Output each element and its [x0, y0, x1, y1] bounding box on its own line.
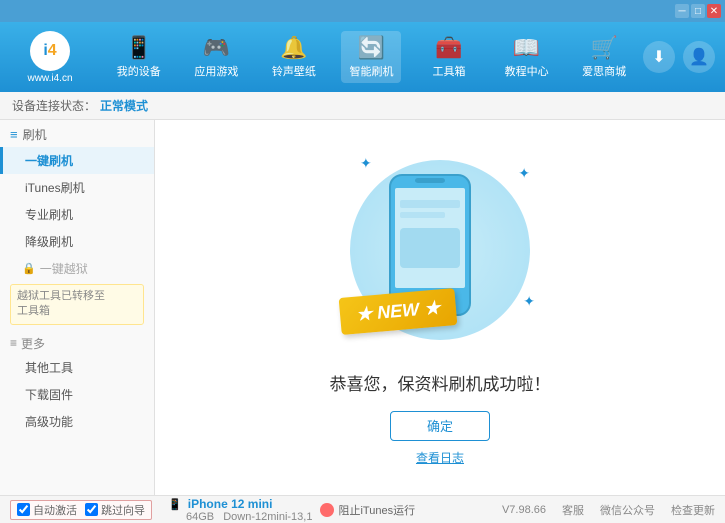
itunes-icon	[320, 503, 334, 517]
sidebar-item-advanced[interactable]: 高级功能	[0, 408, 154, 435]
pro-flash-label: 专业刷机	[25, 208, 73, 222]
header: i4 www.i4.cn 📱 我的设备 🎮 应用游戏 🔔 铃声壁纸 🔄 智能刷机…	[0, 22, 725, 92]
tutorial-icon: 📖	[513, 35, 540, 61]
close-button[interactable]: ✕	[707, 4, 721, 18]
sidebar-onekey-jailbreak-disabled: 🔒 一键越狱	[0, 255, 154, 282]
bottom-right: V7.98.66 客服 微信公众号 检查更新	[502, 502, 715, 518]
sidebar-item-pro-flash[interactable]: 专业刷机	[0, 201, 154, 228]
device-phone-icon: 📱	[168, 499, 182, 511]
skip-wizard-label[interactable]: 跳过向导	[85, 502, 145, 518]
sidebar-more-section: ≡ 更多	[0, 329, 154, 354]
downgrade-flash-label: 降级刷机	[25, 235, 73, 249]
my-device-label: 我的设备	[117, 63, 161, 79]
itunes-flash-label: iTunes刷机	[25, 181, 85, 195]
logo[interactable]: i4 www.i4.cn	[10, 31, 90, 84]
device-info: 📱 iPhone 12 mini 64GB Down-12mini-13,1	[168, 497, 312, 523]
bottom-left: 自动激活 跳过向导 📱 iPhone 12 mini 64GB Down-12m…	[10, 497, 502, 523]
status-label: 设备连接状态：	[12, 97, 96, 114]
note-text: 越狱工具已转移至 工具箱	[17, 290, 105, 317]
device-model: Down-12mini-13,1	[223, 511, 312, 523]
device-name: iPhone 12 mini	[188, 497, 273, 511]
flash-section-icon: ≡	[10, 127, 18, 142]
advanced-label: 高级功能	[25, 415, 73, 429]
apps-icon: 🎮	[203, 35, 230, 61]
success-text: 恭喜您，保资料刷机成功啦！	[330, 370, 551, 395]
toolbox-label: 工具箱	[433, 63, 466, 79]
apps-label: 应用游戏	[194, 63, 238, 79]
nav-ringtones[interactable]: 🔔 铃声壁纸	[264, 31, 324, 83]
nav-store[interactable]: 🛒 爱思商城	[574, 31, 634, 83]
smart-flash-icon: 🔄	[358, 35, 385, 61]
log-link[interactable]: 查看日志	[416, 449, 464, 466]
store-label: 爱思商城	[582, 63, 626, 79]
nav-apps[interactable]: 🎮 应用游戏	[186, 31, 246, 83]
nav-bar: 📱 我的设备 🎮 应用游戏 🔔 铃声壁纸 🔄 智能刷机 🧰 工具箱 📖 教程中心…	[100, 31, 643, 83]
auto-activate-label[interactable]: 自动激活	[17, 502, 77, 518]
sidebar-item-downgrade-flash[interactable]: 降级刷机	[0, 228, 154, 255]
bottom-bar: 自动激活 跳过向导 📱 iPhone 12 mini 64GB Down-12m…	[0, 495, 725, 523]
nav-toolbox[interactable]: 🧰 工具箱	[419, 31, 479, 83]
wechat-link[interactable]: 微信公众号	[600, 502, 655, 518]
status-bar: 设备连接状态： 正常模式	[0, 92, 725, 120]
itunes-status: 阻止iTunes运行	[320, 502, 415, 518]
smart-flash-label: 智能刷机	[349, 63, 393, 79]
store-icon: 🛒	[590, 35, 617, 61]
sidebar-note: 越狱工具已转移至 工具箱	[10, 284, 144, 325]
ringtones-label: 铃声壁纸	[272, 63, 316, 79]
tutorial-label: 教程中心	[505, 63, 549, 79]
nav-smart-flash[interactable]: 🔄 智能刷机	[341, 31, 401, 83]
account-button[interactable]: 👤	[683, 41, 715, 73]
auto-activate-text: 自动激活	[33, 502, 77, 518]
itunes-label[interactable]: 阻止iTunes运行	[338, 502, 415, 518]
skip-wizard-text: 跳过向导	[101, 502, 145, 518]
service-link[interactable]: 客服	[562, 502, 584, 518]
nav-tutorial[interactable]: 📖 教程中心	[497, 31, 557, 83]
sparkle-3: ✦	[523, 293, 535, 310]
checkboxes-container: 自动激活 跳过向导	[10, 500, 152, 520]
confirm-button[interactable]: 确定	[390, 411, 490, 441]
device-storage: 64GB	[186, 511, 214, 523]
sidebar-item-other-tools[interactable]: 其他工具	[0, 354, 154, 381]
skip-wizard-checkbox[interactable]	[85, 503, 98, 516]
onekey-jailbreak-label: 一键越狱	[40, 260, 88, 277]
restore-button[interactable]: □	[691, 4, 705, 18]
phone-illustration: ✦ ✦ ✦ ★ NEW ★	[330, 150, 550, 350]
sidebar-item-download-firmware[interactable]: 下载固件	[0, 381, 154, 408]
nav-my-device[interactable]: 📱 我的设备	[109, 31, 169, 83]
version-text: V7.98.66	[502, 504, 546, 516]
sparkle-2: ✦	[518, 165, 530, 182]
download-firmware-label: 下载固件	[25, 388, 73, 402]
auto-activate-checkbox[interactable]	[17, 503, 30, 516]
toolbox-icon: 🧰	[435, 35, 462, 61]
ringtones-icon: 🔔	[280, 35, 307, 61]
minimize-button[interactable]: ─	[675, 4, 689, 18]
logo-icon: i4	[30, 31, 70, 71]
status-value: 正常模式	[100, 97, 148, 114]
other-tools-label: 其他工具	[25, 361, 73, 375]
sidebar-item-one-click-flash[interactable]: 一键刷机	[0, 147, 154, 174]
sidebar: ≡ 刷机 一键刷机 iTunes刷机 专业刷机 降级刷机 🔒 一键越狱 越狱工具…	[0, 120, 155, 495]
sparkle-1: ✦	[360, 155, 372, 172]
download-button[interactable]: ⬇	[643, 41, 675, 73]
header-right: ⬇ 👤	[643, 41, 715, 73]
content-area: ✦ ✦ ✦ ★ NEW ★ 恭喜您，保资料刷机成功啦！ 确定 查看日志	[155, 120, 725, 495]
flash-section-label: 刷机	[23, 126, 47, 143]
more-section-icon: ≡	[10, 336, 17, 350]
sidebar-item-itunes-flash[interactable]: iTunes刷机	[0, 174, 154, 201]
check-update-link[interactable]: 检查更新	[671, 502, 715, 518]
title-bar: ─ □ ✕	[0, 0, 725, 22]
sidebar-flash-section: ≡ 刷机	[0, 120, 154, 147]
more-section-label: 更多	[21, 335, 45, 352]
one-click-flash-label: 一键刷机	[25, 154, 73, 168]
my-device-icon: 📱	[125, 35, 152, 61]
main-layout: ≡ 刷机 一键刷机 iTunes刷机 专业刷机 降级刷机 🔒 一键越狱 越狱工具…	[0, 120, 725, 495]
lock-icon: 🔒	[22, 262, 36, 275]
logo-url: www.i4.cn	[27, 73, 72, 84]
